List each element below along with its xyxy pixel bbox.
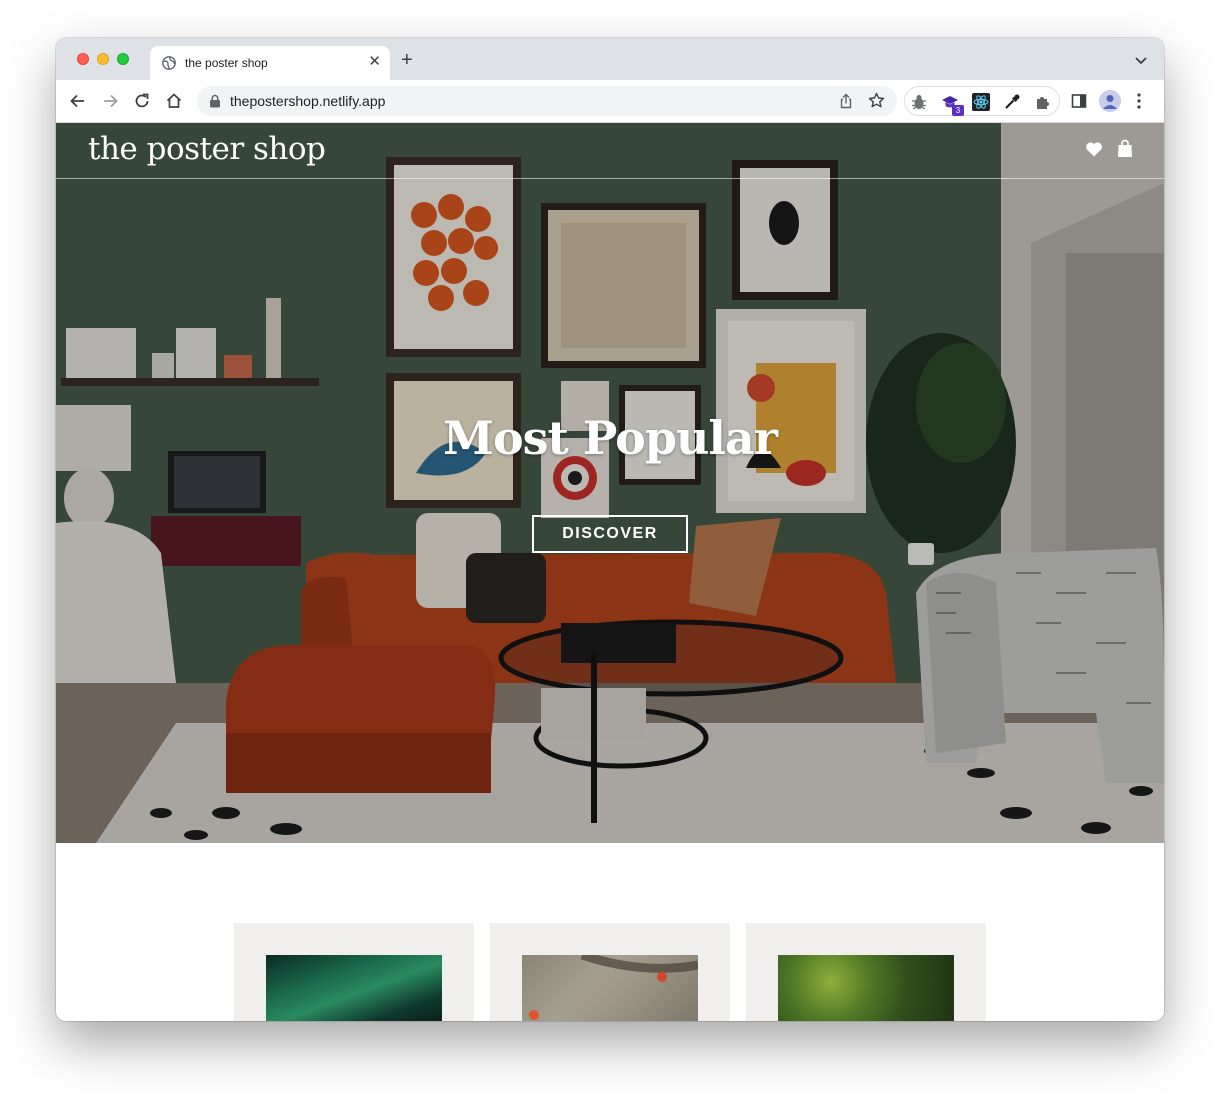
product-card[interactable] bbox=[234, 923, 474, 1021]
forward-arrow-icon[interactable] bbox=[100, 91, 120, 111]
bookmark-star-icon[interactable] bbox=[868, 92, 885, 109]
react-extension-icon[interactable] bbox=[972, 93, 990, 111]
close-icon[interactable]: ✕ bbox=[368, 53, 381, 71]
hero-title: Most Popular bbox=[443, 411, 778, 465]
browser-window: the poster shop ✕ + thepostershop.netlif… bbox=[56, 38, 1164, 1021]
site-header: the poster shop bbox=[56, 123, 1164, 179]
reload-icon[interactable] bbox=[132, 91, 152, 111]
chevron-down-icon[interactable] bbox=[1134, 53, 1148, 67]
url-text[interactable]: thepostershop.netlify.app bbox=[230, 93, 385, 109]
hero-banner: the poster shop Most Popular DISCOVER bbox=[56, 123, 1164, 843]
autumn-branch-poster-image[interactable] bbox=[522, 955, 698, 1021]
product-card[interactable] bbox=[746, 923, 986, 1021]
site-logo[interactable]: the poster shop bbox=[88, 131, 326, 167]
eyedropper-extension-icon[interactable] bbox=[1003, 93, 1021, 111]
product-grid bbox=[234, 923, 986, 1021]
back-arrow-icon[interactable] bbox=[68, 91, 88, 111]
branch-icon bbox=[529, 955, 698, 1020]
home-icon[interactable] bbox=[164, 91, 184, 111]
bug-extension-icon[interactable] bbox=[910, 93, 928, 111]
side-panel-icon[interactable] bbox=[1069, 91, 1089, 111]
tab-active[interactable]: the poster shop ✕ bbox=[150, 46, 390, 80]
more-menu-icon[interactable] bbox=[1136, 92, 1142, 110]
extensions-group: 3 bbox=[904, 86, 1060, 116]
web-page: the poster shop Most Popular DISCOVER bbox=[56, 123, 1164, 1021]
discover-button[interactable]: DISCOVER bbox=[532, 515, 688, 553]
green-leaves-poster-image[interactable] bbox=[778, 955, 954, 1021]
maximize-window-button[interactable] bbox=[117, 53, 129, 65]
product-card[interactable] bbox=[490, 923, 730, 1021]
tab-strip: the poster shop ✕ + bbox=[56, 38, 1164, 80]
browser-toolbar: thepostershop.netlify.app 3 bbox=[56, 80, 1164, 123]
lock-icon[interactable] bbox=[209, 94, 221, 108]
share-icon[interactable] bbox=[838, 93, 854, 109]
minimize-window-button[interactable] bbox=[97, 53, 109, 65]
profile-avatar[interactable] bbox=[1099, 90, 1121, 112]
heart-icon[interactable] bbox=[1085, 141, 1103, 157]
user-icon bbox=[1103, 95, 1117, 109]
new-tab-button[interactable]: + bbox=[401, 50, 413, 70]
hero-overlay bbox=[56, 123, 1164, 843]
puzzle-extensions-icon[interactable] bbox=[1034, 93, 1052, 111]
aurora-poster-image[interactable] bbox=[266, 955, 442, 1021]
tab-title: the poster shop bbox=[185, 56, 268, 70]
address-bar[interactable]: thepostershop.netlify.app bbox=[197, 86, 897, 116]
close-window-button[interactable] bbox=[77, 53, 89, 65]
extension-badge: 3 bbox=[952, 105, 964, 116]
globe-icon bbox=[162, 56, 176, 70]
shopping-bag-icon[interactable] bbox=[1117, 139, 1133, 158]
